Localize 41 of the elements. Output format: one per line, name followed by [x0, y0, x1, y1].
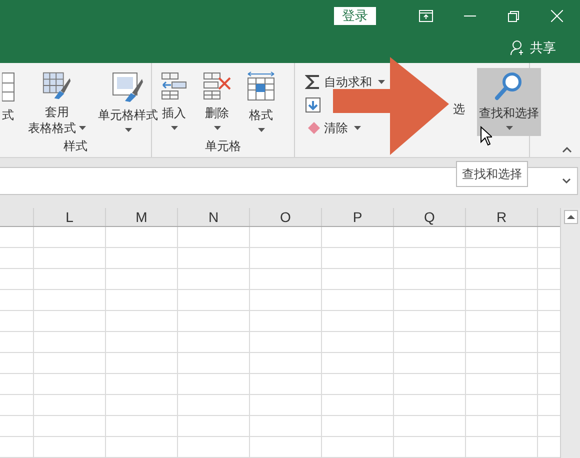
ribbon-button[interactable]: 插入: [158, 68, 190, 136]
ribbon-display-icon[interactable]: [419, 10, 433, 22]
ribbon-button[interactable]: 套用 表格格式: [26, 68, 88, 136]
restore-icon[interactable]: [508, 10, 519, 22]
mouse-pointer-icon: [480, 126, 492, 146]
minimize-icon[interactable]: [464, 15, 476, 17]
sign-in-button[interactable]: 登录: [334, 7, 376, 25]
search-icon: [494, 71, 524, 101]
vertical-scrollbar[interactable]: [560, 208, 580, 458]
share-button[interactable]: 共享: [510, 38, 556, 58]
cell-brush-icon: [112, 71, 144, 103]
column-header[interactable]: L: [34, 208, 106, 226]
group-label: 单元格: [205, 138, 241, 155]
column-header[interactable]: R: [466, 208, 538, 226]
scroll-up-icon[interactable]: [564, 210, 578, 224]
collapse-caret-icon[interactable]: [562, 147, 572, 153]
column-header[interactable]: N: [178, 208, 250, 226]
ribbon-small-button[interactable]: 自动求和: [305, 72, 385, 92]
group-label: 样式: [64, 138, 88, 155]
format-cells-icon: [246, 71, 276, 103]
tooltip: 查找和选择: [456, 161, 528, 187]
ribbon-small-button[interactable]: 清除: [305, 118, 361, 138]
ribbon-button[interactable]: 单元格样式: [96, 68, 160, 136]
column-header[interactable]: Q: [394, 208, 466, 226]
ribbon-label: 选: [453, 101, 465, 116]
column-header[interactable]: O: [250, 208, 322, 226]
fill-down-icon: [305, 97, 321, 113]
column-header[interactable]: P: [322, 208, 394, 226]
ribbon-button[interactable]: 格式: [244, 68, 278, 136]
close-icon[interactable]: [551, 10, 563, 22]
ribbon-button[interactable]: 查找和选择: [477, 68, 541, 136]
expand-caret-icon[interactable]: [562, 178, 571, 184]
delete-cells-icon: [202, 71, 232, 101]
ribbon-small-button[interactable]: [305, 95, 321, 115]
person-add-icon: [510, 40, 526, 56]
column-header[interactable]: M: [106, 208, 178, 226]
ribbon-button[interactable]: 删除: [200, 68, 234, 136]
sigma-icon: [305, 74, 321, 90]
ribbon-button[interactable]: 式: [0, 68, 18, 136]
insert-cells-icon: [160, 71, 188, 101]
table-brush-icon: [41, 71, 73, 100]
